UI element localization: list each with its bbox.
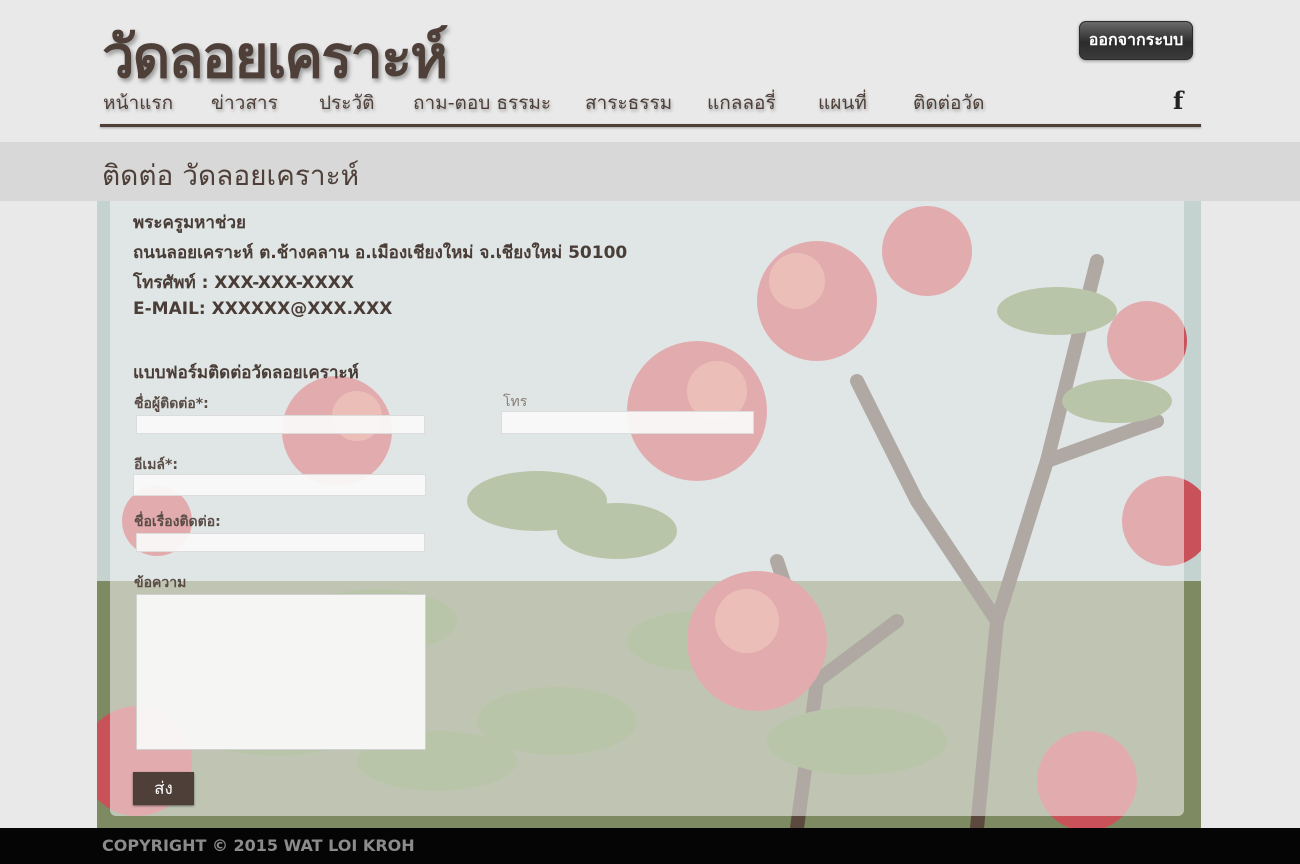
footer: COPYRIGHT © 2015 WAT LOI KROH	[0, 828, 1300, 864]
copyright-text: COPYRIGHT © 2015 WAT LOI KROH	[102, 836, 415, 855]
nav-item-home[interactable]: หน้าแรก	[103, 88, 173, 118]
phone-field[interactable]	[501, 411, 754, 434]
email-field[interactable]	[133, 474, 426, 496]
message-textarea[interactable]	[136, 594, 426, 750]
subject-field[interactable]	[136, 533, 425, 552]
nav-divider	[100, 124, 1201, 127]
message-label: ข้อความ	[134, 575, 187, 591]
contact-address: ถนนลอยเคราะห์ ต.ช้างคลาน อ.เมืองเชียงใหม…	[133, 243, 628, 263]
nav-item-dhamma-articles[interactable]: สาระธรรม	[585, 88, 672, 118]
nav-item-news[interactable]: ข่าวสาร	[211, 88, 278, 118]
page-title: ติดต่อ วัดลอยเคราะห์	[102, 159, 360, 192]
nav-item-map[interactable]: แผนที่	[818, 88, 867, 118]
send-button[interactable]: ส่ง	[133, 772, 194, 805]
nav-item-dhamma-qa[interactable]: ถาม-ตอบ ธรรมะ	[413, 88, 551, 118]
nav-item-contact[interactable]: ติดต่อวัด	[913, 88, 984, 118]
name-label: ชื่อผู้ติดต่อ*:	[134, 396, 209, 412]
contact-email: E-MAIL: XXXXXX@XXX.XXX	[133, 299, 393, 319]
contact-name: พระครูมหาช่วย	[133, 213, 246, 233]
subject-label: ชื่อเรื่องติดต่อ:	[134, 514, 221, 530]
main-nav: หน้าแรก ข่าวสาร ประวัติ ถาม-ตอบ ธรรมะ สา…	[100, 82, 1201, 126]
phone-label: โทร	[503, 394, 528, 410]
page-title-band: ติดต่อ วัดลอยเคราะห์	[0, 142, 1300, 201]
facebook-icon[interactable]: f	[1173, 86, 1183, 115]
form-heading: แบบฟอร์มติดต่อวัดลอยเคราะห์	[133, 363, 359, 383]
logout-button[interactable]: ออกจากระบบ	[1079, 21, 1193, 60]
nav-item-gallery[interactable]: แกลลอรี่	[707, 88, 776, 118]
contact-content-panel: พระครูมหาช่วย ถนนลอยเคราะห์ ต.ช้างคลาน อ…	[110, 201, 1184, 816]
contact-phone: โทรศัพท์ : XXX-XXX-XXXX	[133, 273, 354, 293]
email-label: อีเมล์*:	[134, 457, 178, 473]
nav-item-history[interactable]: ประวัติ	[319, 88, 374, 118]
name-field[interactable]	[136, 415, 425, 434]
background-photo: พระครูมหาช่วย ถนนลอยเคราะห์ ต.ช้างคลาน อ…	[97, 201, 1201, 828]
